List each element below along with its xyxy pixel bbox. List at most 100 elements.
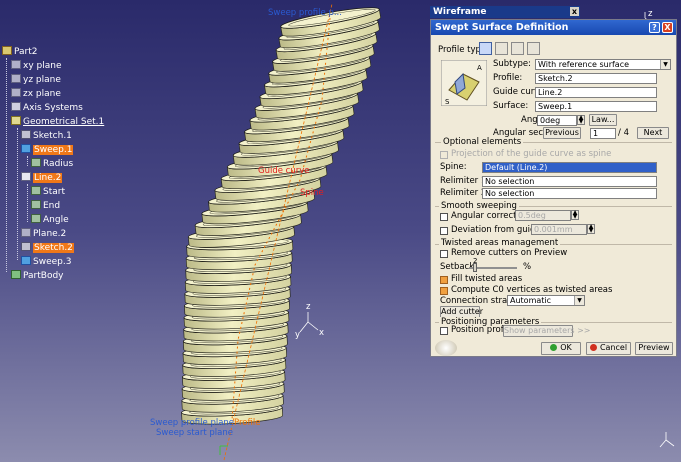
- parameter-icon: [31, 158, 41, 167]
- tree-label: Sweep.1: [33, 145, 74, 155]
- compass-corner[interactable]: [659, 432, 675, 448]
- tree-label: End: [43, 201, 61, 211]
- tree-item-partbody[interactable]: PartBody: [11, 270, 64, 282]
- compass2-z-label: z: [648, 9, 653, 19]
- remove-cutters-checkbox[interactable]: [440, 250, 448, 258]
- cancel-icon: [589, 344, 597, 351]
- previous-button[interactable]: Previous: [543, 127, 581, 139]
- tree-item-angle[interactable]: Angle: [31, 214, 69, 226]
- compass-z-label: z: [306, 302, 311, 312]
- angular-correction-field[interactable]: 0.5deg: [515, 210, 571, 221]
- angular-correction-spinner[interactable]: ▲ ▼: [571, 210, 579, 220]
- position-profile-checkbox[interactable]: [440, 327, 448, 335]
- tree-item-line2[interactable]: Line.2: [21, 172, 63, 184]
- cancel-label: Cancel: [599, 343, 628, 352]
- relimiter2-field[interactable]: No selection: [482, 188, 657, 199]
- profile-type-explicit-icon[interactable]: [479, 42, 492, 55]
- angle-field[interactable]: 0deg: [537, 115, 577, 126]
- tree-item-geometrical-set[interactable]: Geometrical Set.1: [11, 116, 104, 128]
- plane-icon: [11, 74, 21, 83]
- tree-item-part2[interactable]: Part2: [2, 46, 38, 58]
- deviation-checkbox[interactable]: [440, 227, 448, 235]
- tree-item-axis-systems[interactable]: Axis Systems: [11, 102, 83, 114]
- tree-item-sketch1[interactable]: Sketch.1: [21, 130, 72, 142]
- subtype-label: Subtype:: [493, 59, 532, 69]
- deviation-field[interactable]: 0.001mm: [531, 224, 587, 235]
- chevron-down-icon[interactable]: ▼: [574, 296, 584, 305]
- deviation-spinner[interactable]: ▲ ▼: [587, 224, 595, 234]
- profile-field[interactable]: Sketch.2: [535, 73, 657, 84]
- line-icon: [21, 172, 31, 181]
- swept-surface-dialog[interactable]: Swept Surface Definition ? X Profile typ…: [430, 19, 677, 357]
- plane-icon: [21, 228, 31, 237]
- tree-item-xy-plane[interactable]: xy plane: [11, 60, 61, 72]
- parameter-icon: [31, 200, 41, 209]
- guide-curve-field[interactable]: Line.2: [535, 87, 657, 98]
- show-parameters-button[interactable]: Show parameters >>: [503, 325, 590, 337]
- toolbar-close-button[interactable]: x: [570, 7, 579, 16]
- connection-strategy-dropdown[interactable]: Automatic ▼: [507, 295, 585, 306]
- profile-label[interactable]: Profile: [234, 418, 260, 428]
- compass-x-label: x: [319, 328, 325, 338]
- tree-item-sweep1[interactable]: Sweep.1: [21, 144, 74, 156]
- sweep-start-plane-label[interactable]: Sweep start plane: [156, 428, 233, 438]
- tree-item-zx-plane[interactable]: zx plane: [11, 88, 61, 100]
- help-button[interactable]: ?: [649, 22, 660, 33]
- tree-label: zx plane: [23, 89, 61, 99]
- tree-label: Line.2: [33, 173, 63, 183]
- profile-label: Profile:: [493, 73, 523, 83]
- angular-correction-checkbox[interactable]: [440, 213, 448, 221]
- tree-item-sweep3[interactable]: Sweep.3: [21, 256, 71, 268]
- sweep-profile-plane-label[interactable]: Sweep profile plane: [150, 418, 234, 428]
- tree-label: yz plane: [23, 75, 61, 85]
- remove-cutters-label: Remove cutters on Preview: [451, 248, 568, 258]
- svg-text:A: A: [477, 64, 482, 72]
- tree-item-radius[interactable]: Radius: [31, 158, 73, 170]
- guide-curve-label[interactable]: Guide curve: [258, 166, 309, 176]
- dialog-title-bar[interactable]: Swept Surface Definition ? X: [431, 20, 676, 35]
- angle-spinner[interactable]: ▲ ▼: [577, 115, 585, 125]
- parameter-icon: [31, 186, 41, 195]
- plane-icon: [11, 60, 21, 69]
- projection-checkbox[interactable]: [440, 151, 448, 159]
- surface-field[interactable]: Sweep.1: [535, 101, 657, 112]
- compute-c0-checkbox[interactable]: [440, 287, 448, 295]
- tree-label: Plane.2: [33, 229, 67, 239]
- geometrical-set-icon: [11, 116, 21, 125]
- tree-label: Radius: [43, 159, 74, 169]
- svg-text:S: S: [445, 98, 450, 106]
- compass-center[interactable]: [299, 312, 319, 333]
- subtype-dropdown[interactable]: With reference surface ▼: [535, 59, 671, 70]
- close-button[interactable]: X: [662, 22, 673, 33]
- chevron-down-icon[interactable]: ▼: [660, 60, 670, 69]
- profile-type-circle-icon[interactable]: [511, 42, 524, 55]
- tree-item-yz-plane[interactable]: yz plane: [11, 74, 61, 86]
- tree-item-end[interactable]: End: [31, 200, 60, 212]
- law-button[interactable]: Law...: [589, 114, 617, 126]
- wireframe-toolbar[interactable]: Wireframe x: [430, 6, 580, 18]
- profile-type-conic-icon[interactable]: [527, 42, 540, 55]
- toolbar-title: Wireframe: [433, 7, 487, 17]
- setback-slider-handle[interactable]: [473, 263, 477, 272]
- relimiter1-field[interactable]: No selection: [482, 176, 657, 187]
- tree-item-start[interactable]: Start: [31, 186, 65, 198]
- cancel-button[interactable]: Cancel: [586, 342, 631, 355]
- spine-label: Spine:: [440, 162, 467, 172]
- tree-item-sketch2[interactable]: Sketch.2: [21, 242, 74, 254]
- ok-button[interactable]: OK: [541, 342, 581, 355]
- spine-field[interactable]: Default (Line.2): [482, 162, 657, 173]
- fill-twisted-checkbox[interactable]: [440, 276, 448, 284]
- tree-item-plane2[interactable]: Plane.2: [21, 228, 66, 240]
- sweep-top-label[interactable]: Sweep profile p...: [268, 8, 342, 18]
- preview-button[interactable]: Preview: [635, 342, 673, 355]
- next-button[interactable]: Next: [637, 127, 669, 139]
- twisted-areas-title: Twisted areas management: [439, 238, 561, 248]
- swept-surface-rings[interactable]: [181, 4, 381, 426]
- catia-logo-icon: [435, 340, 457, 356]
- axis-system-icon: [11, 102, 21, 111]
- tree-label: Start: [43, 187, 65, 197]
- sector-field[interactable]: 1: [590, 128, 616, 139]
- profile-type-line-icon[interactable]: [495, 42, 508, 55]
- spine-label[interactable]: Spine: [300, 188, 324, 198]
- part-icon: [2, 46, 12, 55]
